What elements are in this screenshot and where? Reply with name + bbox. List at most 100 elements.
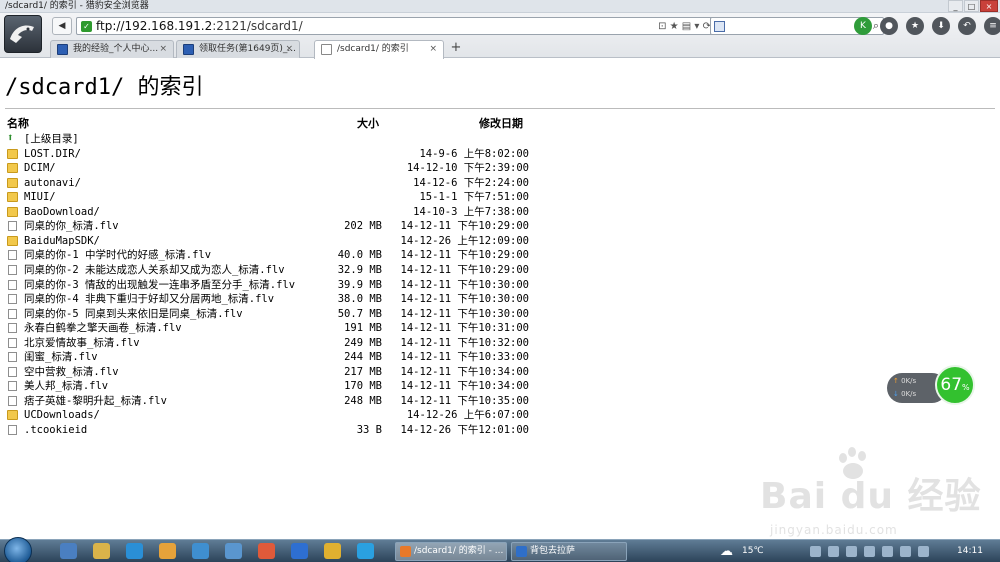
entry-name-link[interactable]: 永春白鹤拳之擎天画卷_标清.flv <box>24 321 182 335</box>
network-speed-widget[interactable]: ↑ 0K/s ↓ 0K/s 67% <box>887 365 975 406</box>
network-app-icon[interactable] <box>192 543 209 559</box>
tab-close-icon[interactable]: × <box>159 41 167 58</box>
maximize-button[interactable]: □ <box>964 0 979 12</box>
address-tools[interactable]: ⊡ ★ ▤ ▾ ⟳ <box>658 20 711 33</box>
file-row[interactable]: 空中营救_标清.flv 217 MB 14-12-11 下午10:34:00 <box>0 365 560 379</box>
favorites-icon[interactable]: ★ <box>906 17 924 35</box>
word-icon[interactable] <box>291 543 308 559</box>
folder-row[interactable]: DCIM/14-12-10 下午2:39:00 <box>0 161 560 175</box>
input-method-icon[interactable] <box>918 546 929 557</box>
entry-name-link[interactable]: 同桌的你-3 情敌的出现触发一连串矛盾至分手_标清.flv <box>24 278 295 292</box>
desktop-icon[interactable] <box>60 543 77 559</box>
file-icon <box>8 337 17 348</box>
entry-name-link[interactable]: 北京爱情故事_标清.flv <box>24 336 140 350</box>
file-row[interactable]: 同桌的你-3 情敌的出现触发一连串矛盾至分手_标清.flv 39.9 MB 14-1… <box>0 278 560 292</box>
file-row[interactable]: 同桌的你-4 非典下重归于好却又分居两地_标清.flv 38.0 MB 14-12-… <box>0 292 560 306</box>
kingsoft-icon[interactable]: K <box>854 17 872 35</box>
folder-row[interactable]: LOST.DIR/14-9-6 上午8:02:00 <box>0 147 560 161</box>
security-icon[interactable]: ● <box>880 17 898 35</box>
entry-name-link[interactable]: .tcookieid <box>24 423 87 437</box>
file-icon <box>8 308 17 319</box>
taskbar-window-label: /sdcard1/ 的索引 - ... <box>414 546 504 556</box>
file-row[interactable]: 痞子英雄-黎明升起_标清.flv 248 MB 14-12-11 下午10:35:0… <box>0 394 560 408</box>
folder-row[interactable]: BaiduMapSDK/14-12-26 上午12:09:00 <box>0 234 560 248</box>
memory-usage-circle[interactable]: 67% <box>935 365 975 405</box>
entry-name-link[interactable]: DCIM/ <box>24 161 56 175</box>
tab-close-icon[interactable]: × <box>429 41 437 58</box>
parent-directory-row[interactable]: ⬆ [上级目录] <box>0 132 560 146</box>
file-row[interactable]: 同桌的你-5 同桌到头来依旧是同桌_标清.flv 50.7 MB 14-12-11 … <box>0 307 560 321</box>
entry-name-link[interactable]: 美人邦_标清.flv <box>24 379 108 393</box>
flag-icon[interactable] <box>828 546 839 557</box>
file-row[interactable]: 同桌的你_标清.flv 202 MB 14-12-11 下午10:29:00 <box>0 219 560 233</box>
entry-name-link[interactable]: LOST.DIR/ <box>24 147 81 161</box>
weather-cloud-icon[interactable]: ☁ <box>720 543 733 560</box>
undo-icon[interactable]: ↶ <box>958 17 976 35</box>
file-row[interactable]: 同桌的你-2 未能达成恋人关系却又成为恋人_标清.flv 32.9 MB 14-12… <box>0 263 560 277</box>
column-header-size[interactable]: 大小 <box>357 117 379 131</box>
firefox-icon[interactable] <box>258 543 275 559</box>
player-icon[interactable] <box>357 543 374 559</box>
entry-name-link[interactable]: BaiduMapSDK/ <box>24 234 100 248</box>
browser-window-icon <box>400 546 411 557</box>
column-header-date[interactable]: 修改日期 <box>479 117 523 131</box>
tab-close-icon[interactable]: × <box>285 41 293 58</box>
start-button[interactable] <box>4 537 32 562</box>
weather-temperature[interactable]: 15℃ <box>742 543 764 560</box>
address-bar[interactable]: ✓ ftp://192.168.191.2:2121/sdcard1/ ⊡ ★ … <box>76 17 716 35</box>
entry-name-link[interactable]: 同桌的你-5 同桌到头来依旧是同桌_标清.flv <box>24 307 243 321</box>
file-row[interactable]: .tcookieid 33 B 14-12-26 下午12:01:00 <box>0 423 560 437</box>
entry-modified-date: 14-12-6 下午2:24:00 <box>413 176 529 189</box>
entry-name-link[interactable]: 闺蜜_标清.flv <box>24 350 98 364</box>
close-window-button[interactable]: × <box>980 0 998 12</box>
address-url[interactable]: ftp://192.168.191.2:2121/sdcard1/ <box>96 18 303 35</box>
entry-name-link[interactable]: MIUI/ <box>24 190 56 204</box>
entry-name-link[interactable]: 同桌的你-1 中学时代的好感_标清.flv <box>24 248 211 262</box>
tab-sdcard-index[interactable]: /sdcard1/ 的索引 × <box>314 40 444 59</box>
column-header-name[interactable]: 名称 <box>7 117 29 131</box>
folder-icon <box>7 206 18 217</box>
search-engine-icon[interactable] <box>714 21 725 32</box>
entry-name-link[interactable]: autonavi/ <box>24 176 81 190</box>
volume-icon[interactable] <box>900 546 911 557</box>
entry-name-link[interactable]: UCDownloads/ <box>24 408 100 422</box>
entry-name-link[interactable]: 同桌的你-2 未能达成恋人关系却又成为恋人_标清.flv <box>24 263 285 277</box>
back-button[interactable]: ◀ <box>52 17 72 35</box>
file-row[interactable]: 美人邦_标清.flv 170 MB 14-12-11 下午10:34:00 <box>0 379 560 393</box>
entry-name-link[interactable]: 空中营救_标清.flv <box>24 365 119 379</box>
security-tray-icon[interactable] <box>864 546 875 557</box>
download-icon[interactable]: ⬇ <box>932 17 950 35</box>
explorer-icon[interactable] <box>93 543 110 559</box>
folder-row[interactable]: MIUI/15-1-1 下午7:51:00 <box>0 190 560 204</box>
tab-claim-task[interactable]: 领取任务(第1649页)_... × <box>176 40 300 58</box>
folder-row[interactable]: BaoDownload/14-10-3 上午7:38:00 <box>0 205 560 219</box>
taskbar-window-browser[interactable]: /sdcard1/ 的索引 - ... <box>395 542 507 561</box>
file-row[interactable]: 永春白鹤拳之擎天画卷_标清.flv 191 MB 14-12-11 下午10:31:… <box>0 321 560 335</box>
entry-name-link[interactable]: BaoDownload/ <box>24 205 100 219</box>
folder-row[interactable]: autonavi/14-12-6 下午2:24:00 <box>0 176 560 190</box>
file-row[interactable]: 闺蜜_标清.flv 244 MB 14-12-11 下午10:33:00 <box>0 350 560 364</box>
network-icon[interactable] <box>810 546 821 557</box>
entry-name-link[interactable]: 痞子英雄-黎明升起_标清.flv <box>24 394 167 408</box>
search-app-icon[interactable] <box>225 543 242 559</box>
entry-name-link[interactable]: 同桌的你-4 非典下重归于好却又分居两地_标清.flv <box>24 292 274 306</box>
entry-name-link[interactable]: 同桌的你_标清.flv <box>24 219 119 233</box>
file-row[interactable]: 北京爱情故事_标清.flv 249 MB 14-12-11 下午10:32:00 <box>0 336 560 350</box>
shield-icon[interactable] <box>846 546 857 557</box>
browser-logo-icon[interactable] <box>4 15 42 53</box>
file-icon <box>8 221 17 232</box>
clock[interactable]: 14:11 <box>957 543 983 560</box>
chrome-icon[interactable] <box>324 543 341 559</box>
folder-row[interactable]: UCDownloads/14-12-26 上午6:07:00 <box>0 408 560 422</box>
menu-icon[interactable]: ≡ <box>984 17 1000 35</box>
antivirus-icon[interactable] <box>882 546 893 557</box>
file-row[interactable]: 同桌的你-1 中学时代的好感_标清.flv 40.0 MB 14-12-11 下午1… <box>0 248 560 262</box>
ie-icon[interactable] <box>126 543 143 559</box>
app-icon[interactable] <box>159 543 176 559</box>
entry-size: 244 MB <box>344 351 382 364</box>
minimize-button[interactable]: _ <box>948 0 963 12</box>
tab-my-experience[interactable]: 我的经验_个人中心... × <box>50 40 174 58</box>
new-tab-button[interactable]: + <box>448 41 464 57</box>
entry-name-link[interactable]: [上级目录] <box>24 132 79 146</box>
taskbar-window-word[interactable]: 背包去拉萨 <box>511 542 627 561</box>
